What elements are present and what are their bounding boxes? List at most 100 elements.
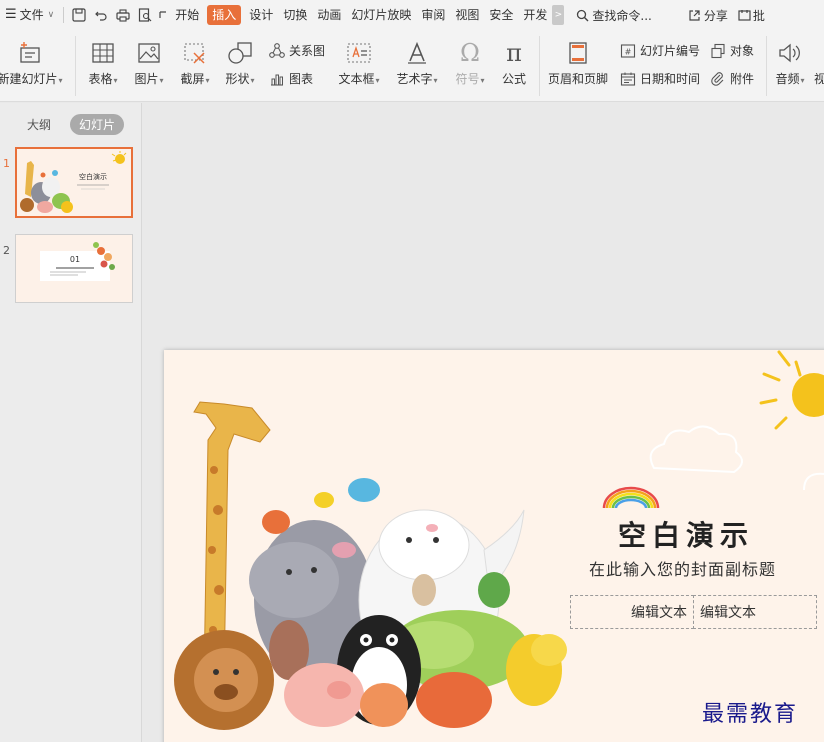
picture-button[interactable]: 图片▾ bbox=[130, 38, 168, 87]
pi-icon: π bbox=[506, 39, 522, 67]
wordart-icon bbox=[405, 38, 429, 68]
screenshot-button[interactable]: 截屏▾ bbox=[176, 38, 214, 87]
tab-scroll-right-button[interactable]: > bbox=[552, 5, 565, 25]
chevron-down-icon: ∨ bbox=[47, 10, 55, 20]
search-command[interactable]: 查找命令... bbox=[576, 7, 652, 24]
shape-label: 形状 bbox=[225, 72, 250, 86]
thumb-2-number: 01 bbox=[70, 255, 80, 264]
lion-illustration bbox=[174, 630, 274, 730]
pig-illustration bbox=[284, 663, 364, 727]
search-icon bbox=[576, 9, 589, 22]
formula-button[interactable]: π 公式 bbox=[498, 38, 530, 87]
object-icon bbox=[709, 43, 727, 59]
caret-down-icon: ▾ bbox=[205, 76, 210, 85]
slide-thumbnail-1[interactable]: 空白演示 bbox=[15, 147, 133, 218]
new-slide-label: 新建幻灯片 bbox=[0, 72, 58, 86]
header-footer-button[interactable]: 页眉和页脚 bbox=[546, 38, 610, 87]
tab-home[interactable]: 开始 bbox=[170, 0, 204, 30]
slide-subtitle[interactable]: 在此输入您的封面副标题 bbox=[589, 556, 776, 580]
omega-icon: Ω bbox=[460, 39, 480, 67]
redo-icon[interactable] bbox=[156, 0, 170, 30]
hamburger-icon: ☰ bbox=[5, 7, 17, 22]
slide-canvas[interactable]: 空白演示 在此输入您的封面副标题 编辑文本 编辑文本 bbox=[164, 350, 824, 742]
tab-slideshow[interactable]: 幻灯片放映 bbox=[346, 0, 416, 30]
paperclip-icon bbox=[709, 71, 727, 87]
divider bbox=[63, 7, 65, 23]
chart-icon bbox=[268, 71, 286, 87]
textbox-button[interactable]: 文本框▾ bbox=[335, 38, 383, 87]
textbox-label: 文本框 bbox=[338, 72, 375, 86]
tab-outline[interactable]: 大纲 bbox=[18, 114, 60, 135]
print-preview-icon[interactable] bbox=[134, 0, 156, 30]
slide-number: 1 bbox=[3, 157, 10, 170]
tab-view[interactable]: 视图 bbox=[450, 0, 484, 30]
video-button[interactable]: 视 bbox=[814, 38, 824, 87]
caret-down-icon: ▾ bbox=[58, 76, 63, 85]
wordart-button[interactable]: 艺术字▾ bbox=[393, 38, 441, 87]
chart-button[interactable]: 图表 bbox=[268, 70, 313, 87]
insert-ribbon: 新建幻灯片▾ 表格▾ 图片▾ 截屏▾ 形状▾ 关系图 图表 文本框▾ 艺术字▾ … bbox=[0, 30, 824, 102]
speaker-icon bbox=[777, 38, 803, 68]
share-button[interactable]: 分享 bbox=[688, 7, 728, 24]
tab-insert[interactable]: 插入 bbox=[207, 5, 242, 25]
file-menu[interactable]: ☰ 文件 ∨ bbox=[0, 0, 59, 30]
caret-down-icon: ▾ bbox=[159, 76, 164, 85]
slide-2-preview: 01 bbox=[16, 235, 132, 302]
picture-icon bbox=[137, 38, 161, 68]
chart-label: 图表 bbox=[289, 72, 314, 86]
picture-label: 图片 bbox=[134, 72, 159, 86]
caret-down-icon: ▾ bbox=[250, 76, 255, 85]
smartart-button[interactable]: 关系图 bbox=[268, 42, 325, 59]
share-icon bbox=[688, 9, 701, 22]
smartart-label: 关系图 bbox=[289, 44, 326, 58]
watermark-text: 最需教育 bbox=[702, 702, 799, 727]
text-placeholder-2-label: 编辑文本 bbox=[700, 605, 756, 621]
caret-down-icon: ▾ bbox=[113, 76, 118, 85]
video-label: 视 bbox=[814, 70, 824, 87]
tab-design[interactable]: 设计 bbox=[244, 0, 278, 30]
attachment-label: 附件 bbox=[730, 72, 755, 86]
slide-number: 2 bbox=[3, 244, 10, 257]
divider bbox=[539, 36, 540, 96]
save-icon[interactable] bbox=[68, 0, 90, 30]
header-footer-label: 页眉和页脚 bbox=[547, 72, 608, 86]
attachment-button[interactable]: 附件 bbox=[709, 70, 754, 87]
datetime-button[interactable]: 日期和时间 bbox=[619, 70, 700, 87]
tab-security[interactable]: 安全 bbox=[484, 0, 518, 30]
undo-icon[interactable] bbox=[90, 0, 112, 30]
print-icon[interactable] bbox=[112, 0, 134, 30]
smartart-icon bbox=[268, 42, 286, 59]
audio-button[interactable]: 音频▾ bbox=[772, 38, 808, 87]
text-placeholder-1[interactable]: 编辑文本 bbox=[570, 595, 694, 629]
slide-1-preview: 空白演示 bbox=[17, 149, 131, 216]
table-label: 表格 bbox=[88, 72, 113, 86]
object-button[interactable]: 对象 bbox=[709, 42, 754, 59]
slide-title[interactable]: 空白演示 bbox=[618, 514, 754, 554]
panel-tabs: 大纲 幻灯片 bbox=[0, 113, 142, 135]
caret-down-icon: ▾ bbox=[480, 76, 485, 85]
symbol-button[interactable]: Ω 符号▾ bbox=[455, 38, 485, 87]
tab-animations[interactable]: 动画 bbox=[312, 0, 346, 30]
tab-review[interactable]: 审阅 bbox=[416, 0, 450, 30]
caret-down-icon: ▾ bbox=[433, 76, 438, 85]
shape-button[interactable]: 形状▾ bbox=[221, 38, 259, 87]
datetime-label: 日期和时间 bbox=[640, 72, 701, 86]
comment-button[interactable]: 批 bbox=[738, 7, 765, 24]
text-placeholder-1-label: 编辑文本 bbox=[631, 605, 687, 621]
text-placeholder-2[interactable]: 编辑文本 bbox=[693, 595, 817, 629]
sun-icon bbox=[759, 350, 824, 430]
tab-slides[interactable]: 幻灯片 bbox=[70, 113, 125, 135]
symbol-label: 符号 bbox=[455, 72, 480, 86]
wordart-label: 艺术字 bbox=[396, 72, 433, 86]
shape-icon bbox=[227, 38, 253, 68]
comment-icon bbox=[738, 9, 751, 22]
tab-transitions[interactable]: 切换 bbox=[278, 0, 312, 30]
slide-thumbnail-2[interactable]: 01 bbox=[15, 234, 133, 303]
new-slide-button[interactable]: 新建幻灯片▾ bbox=[0, 38, 66, 87]
slide-number-button[interactable]: # 幻灯片编号 bbox=[619, 42, 700, 59]
table-button[interactable]: 表格▾ bbox=[84, 38, 122, 87]
screenshot-label: 截屏 bbox=[180, 72, 205, 86]
slides-panel: 大纲 幻灯片 1 空白演示 2 01 bbox=[0, 103, 142, 742]
tab-developer[interactable]: 开发 bbox=[518, 0, 552, 30]
formula-label: 公式 bbox=[501, 72, 526, 86]
